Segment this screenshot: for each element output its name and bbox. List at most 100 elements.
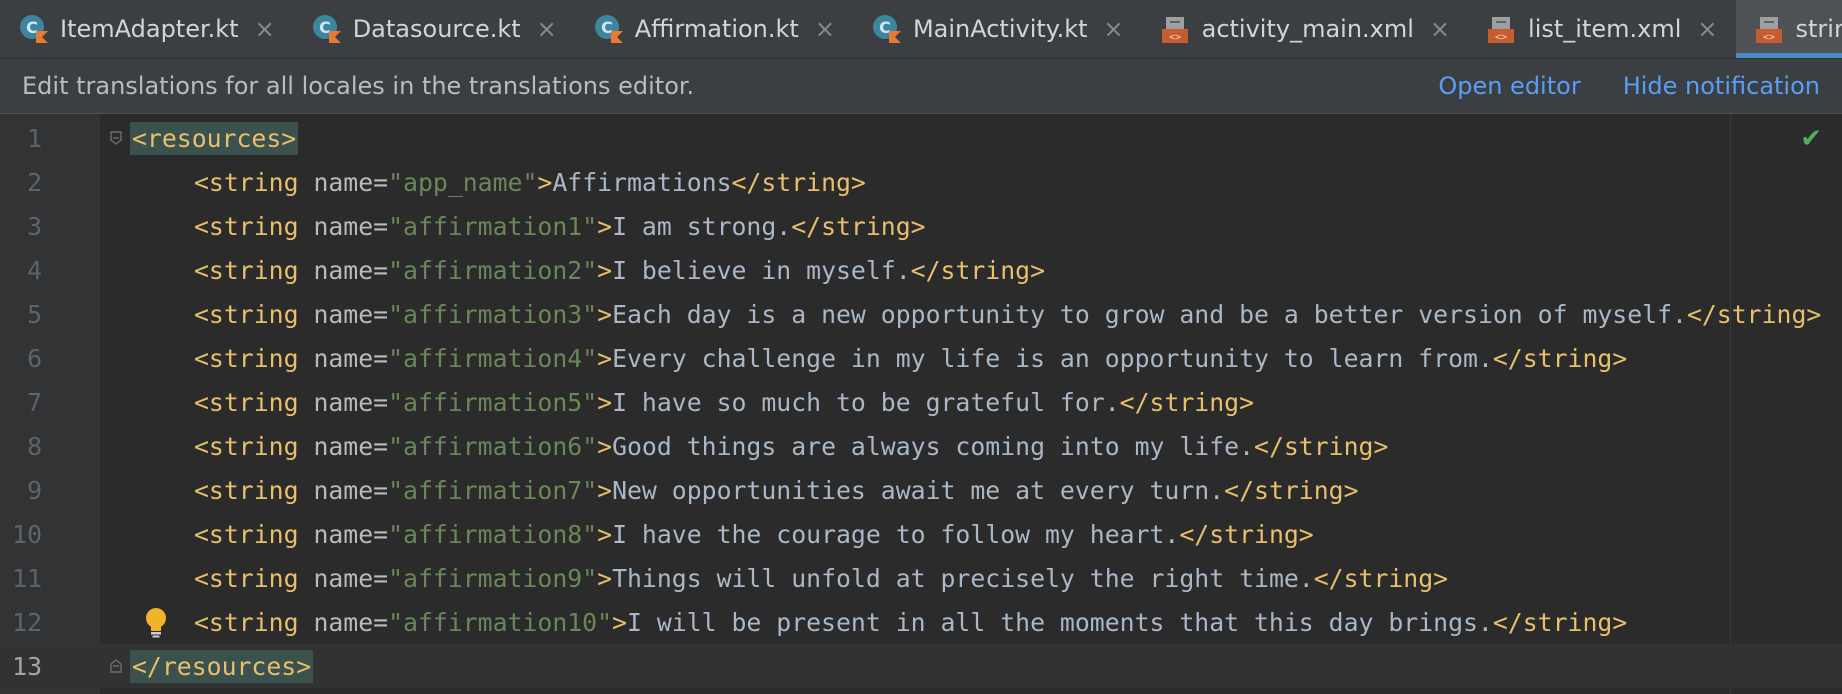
tab-main-activity[interactable]: C MainActivity.kt × bbox=[853, 0, 1142, 58]
line-number: 6 bbox=[27, 343, 42, 373]
kotlin-class-icon: C bbox=[872, 15, 901, 43]
string-value: I will be present in all the moments tha… bbox=[626, 607, 1493, 637]
tag-end: > bbox=[597, 255, 613, 285]
svg-text:<>: <> bbox=[1495, 32, 1507, 43]
tag-end: > bbox=[597, 475, 613, 505]
code-line: 4 <string name="affirmation2">I believe … bbox=[0, 248, 1842, 292]
code-text: <string name="affirmation6">Good things … bbox=[194, 431, 1389, 461]
code-line: 2 <string name="app_name">Affirmations</… bbox=[0, 160, 1842, 204]
code-text: <string name="affirmation10">I will be p… bbox=[194, 607, 1628, 637]
tab-datasource[interactable]: C Datasource.kt × bbox=[293, 0, 575, 58]
string-open-tag: <string bbox=[194, 519, 299, 549]
close-icon[interactable]: × bbox=[1430, 15, 1450, 43]
kotlin-class-icon: C bbox=[312, 15, 341, 43]
string-open-tag: <string bbox=[194, 431, 299, 461]
string-open-tag: <string bbox=[194, 299, 299, 329]
fold-marker-icon[interactable] bbox=[108, 130, 124, 146]
string-value: I believe in myself. bbox=[612, 255, 911, 285]
string-close-tag: </string> bbox=[1224, 475, 1359, 505]
code-line: 11 <string name="affirmation9">Things wi… bbox=[0, 556, 1842, 600]
tag-end: > bbox=[597, 519, 613, 549]
tab-affirmation[interactable]: C Affirmation.kt × bbox=[575, 0, 853, 58]
tab-label: Affirmation.kt bbox=[634, 15, 799, 43]
code-text: <string name="affirmation5">I have so mu… bbox=[194, 387, 1255, 417]
string-open-tag: <string bbox=[194, 211, 299, 241]
tag-end: > bbox=[537, 167, 553, 197]
lightbulb-icon[interactable] bbox=[142, 606, 170, 638]
tab-item-adapter[interactable]: C ItemAdapter.kt × bbox=[0, 0, 293, 58]
close-icon[interactable]: × bbox=[1697, 15, 1717, 43]
fold-marker-icon[interactable] bbox=[108, 658, 124, 674]
attr-value: affirmation2 bbox=[403, 255, 583, 285]
tag-end: > bbox=[597, 343, 613, 373]
string-close-tag: </string> bbox=[791, 211, 926, 241]
string-close-tag: </string> bbox=[1179, 519, 1314, 549]
resources-open-tag: <resources> bbox=[130, 121, 299, 155]
code-text: <string name="app_name">Affirmations</st… bbox=[194, 167, 866, 197]
string-close-tag: </string> bbox=[1119, 387, 1255, 417]
close-icon[interactable]: × bbox=[537, 15, 557, 43]
attr-name: name= bbox=[298, 167, 389, 197]
string-open-tag: <string bbox=[194, 563, 299, 593]
attr-value: affirmation7 bbox=[403, 475, 583, 505]
line-number: 4 bbox=[27, 255, 42, 285]
svg-text:<>: <> bbox=[1169, 32, 1181, 43]
attr-name: name= bbox=[298, 607, 389, 637]
string-close-tag: </string> bbox=[1254, 431, 1389, 461]
string-close-tag: </string> bbox=[731, 167, 866, 197]
line-number: 1 bbox=[27, 123, 42, 153]
tag-end: > bbox=[597, 563, 613, 593]
code-text: <string name="affirmation8">I have the c… bbox=[194, 519, 1314, 549]
attr-name: name= bbox=[298, 475, 389, 505]
string-open-tag: <string bbox=[194, 475, 299, 505]
tab-strings-xml[interactable]: <> strings.xml × bbox=[1735, 0, 1842, 58]
xml-resource-icon: <> bbox=[1755, 17, 1782, 43]
string-open-tag: <string bbox=[194, 343, 299, 373]
string-open-tag: <string bbox=[194, 387, 299, 417]
hide-notification-link[interactable]: Hide notification bbox=[1623, 72, 1820, 100]
attr-value: affirmation6 bbox=[403, 431, 583, 461]
line-number: 3 bbox=[27, 211, 42, 241]
string-open-tag: <string bbox=[194, 255, 299, 285]
string-value: I am strong. bbox=[612, 211, 792, 241]
attr-value: affirmation4 bbox=[403, 343, 583, 373]
translations-notification: Edit translations for all locales in the… bbox=[0, 59, 1842, 114]
code-text: <string name="affirmation3">Each day is … bbox=[194, 299, 1822, 329]
code-text: <string name="affirmation2">I believe in… bbox=[194, 255, 1046, 285]
tag-end: > bbox=[597, 387, 613, 417]
tab-label: strings.xml bbox=[1795, 15, 1842, 43]
close-icon[interactable]: × bbox=[1104, 15, 1124, 43]
tab-label: list_item.xml bbox=[1528, 15, 1682, 43]
attr-name: name= bbox=[298, 563, 389, 593]
string-value: Things will unfold at precisely the righ… bbox=[612, 563, 1314, 593]
code-editor[interactable]: ✔ 1 <resources> 2 <string name="app_name… bbox=[0, 114, 1842, 694]
attr-name: name= bbox=[298, 255, 389, 285]
xml-layout-icon: <> bbox=[1161, 17, 1188, 43]
code-text: <resources> bbox=[130, 121, 299, 155]
line-number: 10 bbox=[12, 519, 42, 549]
code-line: 7 <string name="affirmation5">I have so … bbox=[0, 380, 1842, 424]
attr-value: affirmation1 bbox=[403, 211, 583, 241]
tab-activity-main-xml[interactable]: <> activity_main.xml × bbox=[1142, 0, 1468, 58]
tab-label: MainActivity.kt bbox=[912, 15, 1088, 43]
attr-name: name= bbox=[298, 387, 389, 417]
attr-value: affirmation10 bbox=[403, 607, 598, 637]
string-value: Each day is a new opportunity to grow an… bbox=[612, 299, 1687, 329]
attr-value: affirmation9 bbox=[403, 563, 583, 593]
attr-name: name= bbox=[298, 431, 389, 461]
line-number: 9 bbox=[27, 475, 42, 505]
code-text: <string name="affirmation7">New opportun… bbox=[194, 475, 1359, 505]
open-editor-link[interactable]: Open editor bbox=[1438, 72, 1580, 100]
tab-label: Datasource.kt bbox=[352, 15, 521, 43]
code-line: 10 <string name="affirmation8">I have th… bbox=[0, 512, 1842, 556]
tab-list-item-xml[interactable]: <> list_item.xml × bbox=[1468, 0, 1735, 58]
close-icon[interactable]: × bbox=[815, 15, 835, 43]
string-open-tag: <string bbox=[194, 167, 299, 197]
code-line: 6 <string name="affirmation4">Every chal… bbox=[0, 336, 1842, 380]
code-text: <string name="affirmation9">Things will … bbox=[194, 563, 1449, 593]
string-value: Every challenge in my life is an opportu… bbox=[612, 343, 1493, 373]
xml-layout-icon: <> bbox=[1488, 17, 1515, 43]
line-number: 8 bbox=[27, 431, 42, 461]
code-text: </resources> bbox=[130, 649, 314, 683]
close-icon[interactable]: × bbox=[255, 15, 275, 43]
